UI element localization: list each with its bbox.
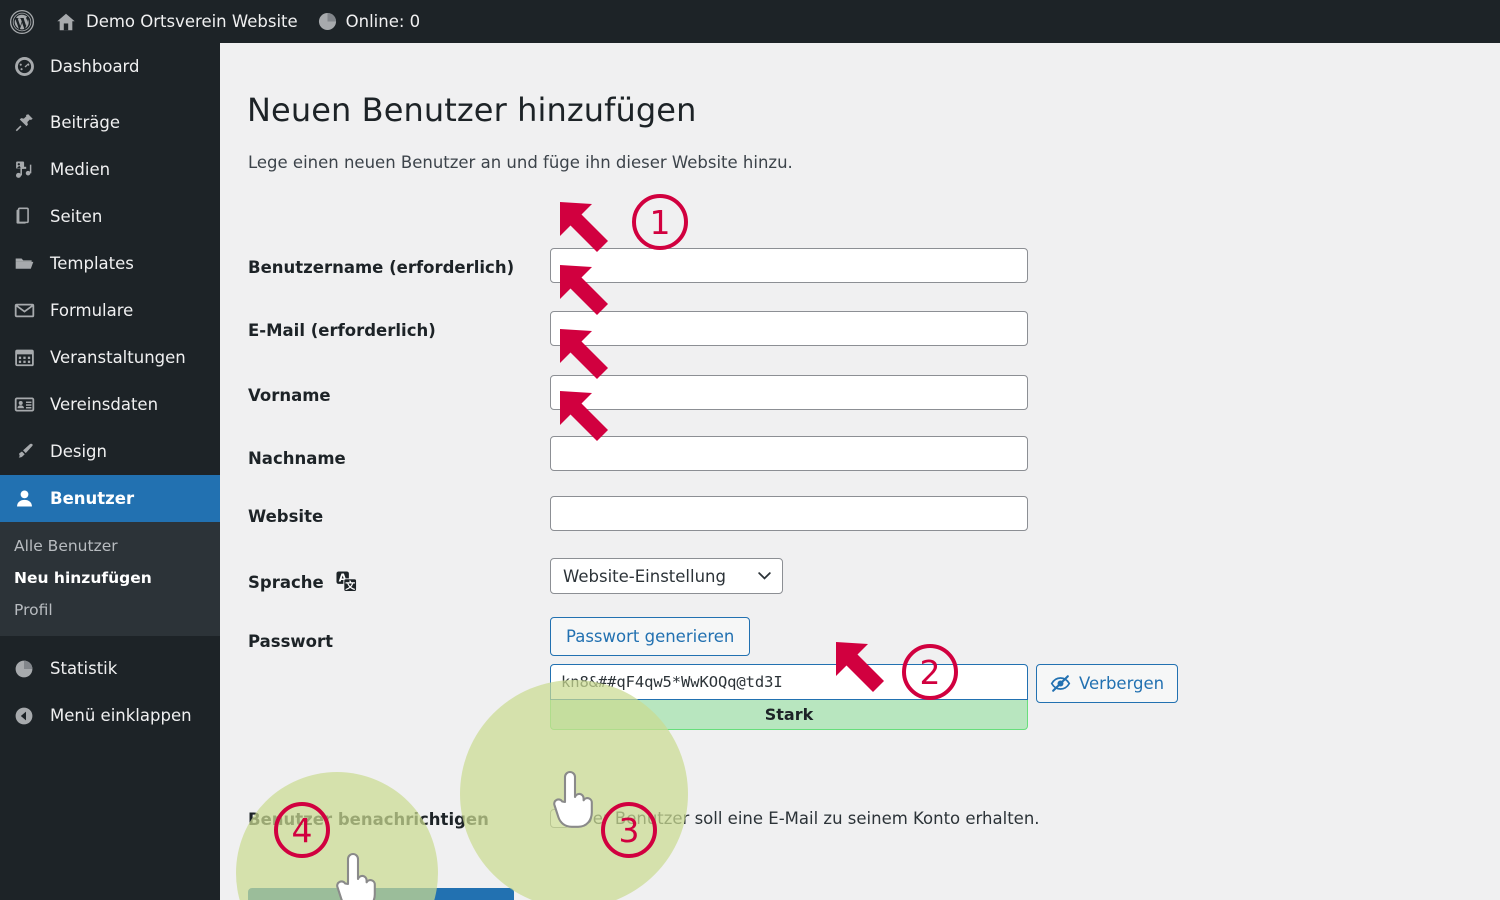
sidebar-item-label: Medien — [50, 160, 111, 179]
home-icon — [57, 13, 75, 30]
sidebar-item-label: Templates — [50, 254, 134, 273]
sidebar-item-label: Design — [50, 442, 107, 461]
main-content: Neuen Benutzer hinzufügen Lege einen neu… — [220, 43, 1500, 900]
sidebar-item-seiten[interactable]: Seiten — [0, 193, 220, 240]
email-label: E-Mail (erforderlich) — [248, 321, 436, 340]
sidebar-subitem-alle-benutzer[interactable]: Alle Benutzer — [0, 530, 220, 562]
sidebar-item-label: Beiträge — [50, 113, 121, 132]
app-window: Demo Ortsverein Website Online: 0 Dashbo… — [0, 0, 1500, 900]
id-card-icon — [14, 394, 40, 416]
online-counter-label: Online: 0 — [345, 12, 421, 31]
media-icon — [14, 159, 40, 181]
sidebar-item-beitraege[interactable]: Beiträge — [0, 99, 220, 146]
lastname-label: Nachname — [248, 449, 346, 468]
sidebar-item-label: Menü einklappen — [50, 706, 192, 725]
hide-password-button[interactable]: Verbergen — [1036, 664, 1179, 703]
svg-text:文: 文 — [346, 579, 356, 592]
online-counter-menu[interactable]: Online: 0 — [308, 0, 431, 43]
collapse-arrow-icon — [14, 705, 40, 727]
site-name-menu[interactable]: Demo Ortsverein Website — [45, 0, 308, 43]
eye-off-icon — [1050, 675, 1071, 692]
sidebar-item-design[interactable]: Design — [0, 428, 220, 475]
sidebar-item-label: Seiten — [50, 207, 103, 226]
language-select[interactable]: Website-Einstellung — [550, 558, 783, 594]
password-label: Passwort — [248, 632, 334, 651]
sidebar-item-label: Vereinsdaten — [50, 395, 159, 414]
page-description: Lege einen neuen Benutzer an und füge ih… — [248, 152, 793, 172]
sidebar-subitem-profil[interactable]: Profil — [0, 594, 220, 626]
wordpress-logo-icon — [9, 9, 35, 34]
pie-chart-icon — [14, 658, 40, 680]
chevron-down-icon — [758, 572, 771, 580]
notify-checkbox-text: Der Benutzer soll eine E-Mail zu seinem … — [580, 809, 1040, 828]
sidebar-item-dashboard[interactable]: Dashboard — [0, 43, 220, 90]
username-input[interactable] — [550, 248, 1028, 283]
notify-checkbox[interactable] — [550, 809, 569, 828]
sidebar-item-menu-einklappen[interactable]: Menü einklappen — [0, 692, 220, 739]
lastname-input[interactable] — [550, 436, 1028, 471]
sidebar-subitem-label: Neu hinzufügen — [14, 569, 152, 587]
firstname-input[interactable] — [550, 375, 1028, 410]
sidebar-item-statistik[interactable]: Statistik — [0, 645, 220, 692]
pin-icon — [14, 112, 40, 134]
sidebar-item-templates[interactable]: Templates — [0, 240, 220, 287]
brush-icon — [14, 441, 40, 463]
hide-password-label: Verbergen — [1079, 674, 1165, 693]
user-icon — [14, 488, 40, 510]
sidebar-item-label: Dashboard — [50, 57, 140, 76]
folder-icon — [14, 253, 40, 275]
notify-checkbox-row[interactable]: Der Benutzer soll eine E-Mail zu seinem … — [550, 809, 1040, 828]
password-strength-indicator: Stark — [550, 699, 1028, 730]
submit-button[interactable]: Neuen Benutzer hinzufügen — [248, 888, 515, 900]
notify-label: Benutzer benachrichtigen — [248, 810, 489, 829]
dashboard-icon — [14, 56, 40, 78]
translate-icon: A 文 — [336, 571, 358, 592]
password-input[interactable] — [550, 664, 1028, 700]
sidebar-item-formulare[interactable]: Formulare — [0, 287, 220, 334]
sidebar-item-label: Formulare — [50, 301, 134, 320]
username-label: Benutzername (erforderlich) — [248, 258, 515, 277]
sidebar-submenu-benutzer: Alle Benutzer Neu hinzufügen Profil — [0, 522, 220, 636]
firstname-label: Vorname — [248, 386, 331, 405]
sidebar-subitem-label: Alle Benutzer — [14, 537, 118, 555]
website-label: Website — [248, 507, 324, 526]
pie-chart-icon — [318, 12, 336, 31]
sidebar-item-benutzer[interactable]: Benutzer — [0, 475, 228, 522]
sidebar-subitem-label: Profil — [14, 601, 53, 619]
admin-sidebar: Dashboard Beiträge Medien Seiten Templat — [0, 43, 228, 900]
email-input[interactable] — [550, 311, 1028, 346]
password-field-group: Stark — [550, 664, 1028, 730]
language-select-value: Website-Einstellung — [563, 566, 726, 586]
sidebar-item-label: Benutzer — [50, 489, 135, 508]
calendar-icon — [14, 347, 40, 369]
website-input[interactable] — [550, 496, 1028, 531]
sidebar-divider — [0, 636, 220, 645]
sidebar-item-veranstaltungen[interactable]: Veranstaltungen — [0, 334, 220, 381]
generate-password-button[interactable]: Passwort generieren — [550, 617, 751, 656]
pages-icon — [14, 206, 40, 228]
sidebar-subitem-neu-hinzufuegen[interactable]: Neu hinzufügen — [0, 562, 220, 594]
site-name-label: Demo Ortsverein Website — [86, 12, 298, 31]
sidebar-item-label: Veranstaltungen — [50, 348, 186, 367]
envelope-icon — [14, 300, 40, 322]
language-label: Sprache A 文 — [248, 571, 358, 592]
wordpress-logo-menu[interactable] — [0, 0, 45, 43]
admin-bar: Demo Ortsverein Website Online: 0 — [0, 0, 1500, 43]
sidebar-item-label: Statistik — [50, 659, 118, 678]
sidebar-item-vereinsdaten[interactable]: Vereinsdaten — [0, 381, 220, 428]
page-title: Neuen Benutzer hinzufügen — [247, 91, 697, 130]
language-label-text: Sprache — [248, 573, 324, 592]
sidebar-item-medien[interactable]: Medien — [0, 146, 220, 193]
